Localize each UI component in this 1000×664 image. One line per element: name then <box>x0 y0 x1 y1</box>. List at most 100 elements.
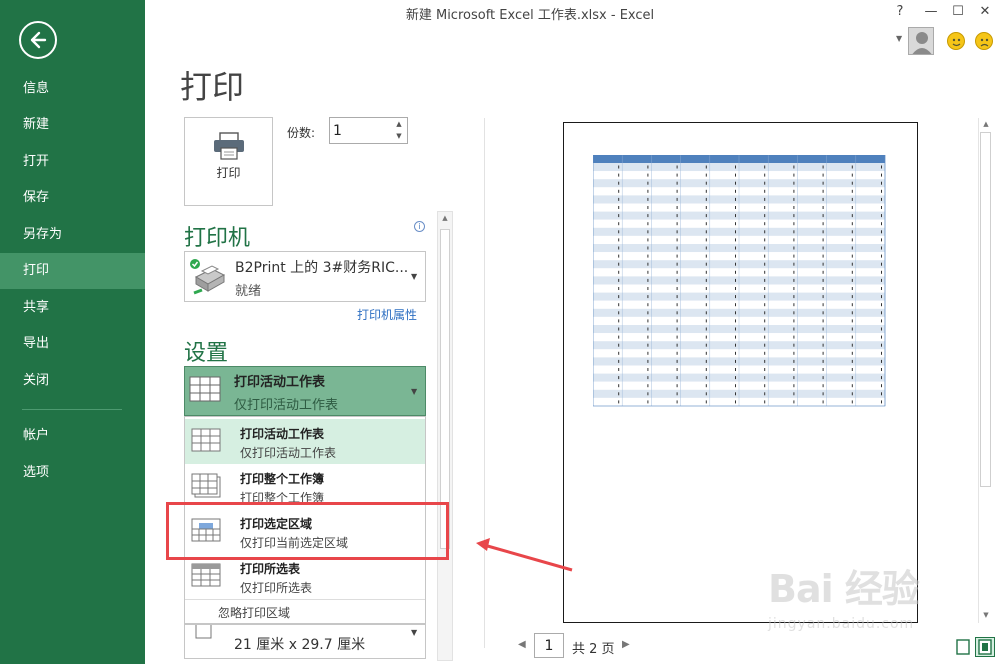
table-icon <box>191 563 221 587</box>
preview-cell-mark <box>793 238 795 242</box>
frown-feedback-icon[interactable] <box>975 32 993 50</box>
preview-cell-mark <box>618 246 620 250</box>
preview-cell-mark <box>851 222 853 226</box>
nav-account[interactable]: 帐户 <box>0 418 145 454</box>
menu-item-print-active-sheets[interactable]: 打印活动工作表 仅打印活动工作表 <box>185 419 425 464</box>
preview-cell-mark <box>618 173 620 177</box>
preview-cell-mark <box>647 368 649 371</box>
preview-cell-mark <box>881 181 882 185</box>
preview-cell-mark <box>735 392 736 396</box>
preview-cell-mark <box>822 392 824 396</box>
page-total: 共 2 页 <box>572 642 615 657</box>
preview-cell-mark <box>793 270 795 274</box>
settings-scrollbar-thumb[interactable] <box>440 229 450 549</box>
preview-cell-mark <box>647 181 649 185</box>
preview-cell-mark <box>851 238 853 242</box>
preview-cell-mark <box>735 197 736 201</box>
preview-cell-mark <box>881 287 882 290</box>
scroll-down-icon[interactable]: ▼ <box>980 611 992 619</box>
preview-cell-mark <box>676 206 678 209</box>
preview-cell-mark <box>851 384 853 388</box>
zoom-to-page-icon[interactable] <box>975 637 995 657</box>
nav-save-as[interactable]: 另存为 <box>0 217 145 253</box>
next-page-icon[interactable]: ▶ <box>622 639 630 650</box>
preview-cell-mark <box>735 262 736 266</box>
nav-share[interactable]: 共享 <box>0 290 145 326</box>
user-avatar[interactable] <box>908 27 934 55</box>
copies-input[interactable] <box>333 121 389 141</box>
copies-stepper[interactable]: ▲ ▼ <box>329 117 408 144</box>
account-dropdown-icon[interactable]: ▼ <box>896 34 902 43</box>
preview-cell-mark <box>793 392 795 396</box>
back-button[interactable] <box>19 21 57 59</box>
preview-cell-mark <box>793 165 795 169</box>
preview-cell-mark <box>764 262 766 266</box>
page-number-input[interactable] <box>534 633 564 658</box>
nav-info[interactable]: 信息 <box>0 71 145 107</box>
preview-cell-mark <box>735 270 736 274</box>
preview-cell-mark <box>851 327 853 331</box>
paper-size-dropdown[interactable]: 21 厘米 x 29.7 厘米 ▼ <box>184 624 426 659</box>
minimize-button[interactable]: — <box>921 4 941 19</box>
preview-cell-mark <box>881 278 882 282</box>
preview-cell-mark <box>881 189 882 193</box>
preview-cell-mark <box>618 400 620 404</box>
ignore-print-area-option[interactable]: 忽略打印区域 <box>185 599 425 623</box>
printer-properties-link[interactable]: 打印机属性 <box>357 306 417 323</box>
preview-cell-mark <box>851 287 853 290</box>
menu-item-subtitle: 仅打印所选表 <box>240 581 313 595</box>
preview-cell-mark <box>647 311 649 315</box>
scroll-up-icon[interactable]: ▲ <box>980 120 992 128</box>
preview-cell-mark <box>735 278 736 282</box>
nav-new[interactable]: 新建 <box>0 107 145 143</box>
nav-open[interactable]: 打开 <box>0 144 145 180</box>
nav-close[interactable]: 关闭 <box>0 363 145 399</box>
help-button[interactable]: ? <box>890 4 910 19</box>
nav-options[interactable]: 选项 <box>0 455 145 491</box>
settings-scrollbar[interactable]: ▲ <box>437 211 453 661</box>
printer-name: B2Print 上的 3#财务RIC... <box>235 260 409 276</box>
preview-cell-mark <box>793 262 795 266</box>
scroll-up-icon[interactable]: ▲ <box>439 214 451 222</box>
nav-save[interactable]: 保存 <box>0 180 145 216</box>
preview-cell-mark <box>764 343 766 347</box>
preview-cell-mark <box>705 270 707 274</box>
copies-down-icon[interactable]: ▼ <box>393 132 405 140</box>
preview-cell-mark <box>676 287 678 290</box>
preview-cell-mark <box>676 181 678 185</box>
nav-export[interactable]: 导出 <box>0 326 145 362</box>
maximize-button[interactable]: ☐ <box>948 4 968 19</box>
preview-cell-mark <box>676 295 678 299</box>
menu-item-print-selected-sheets[interactable]: 打印所选表 仅打印所选表 <box>185 554 425 599</box>
print-scope-dropdown[interactable]: 打印活动工作表 仅打印活动工作表 ▼ <box>184 366 426 416</box>
preview-cell-mark <box>793 181 795 185</box>
preview-cell-mark <box>822 384 824 388</box>
preview-cell-mark <box>647 384 649 388</box>
preview-cell-mark <box>618 319 620 323</box>
preview-cell-mark <box>676 343 678 347</box>
preview-scrollbar-thumb[interactable] <box>980 132 991 487</box>
preview-scrollbar[interactable]: ▲ ▼ <box>978 118 992 623</box>
preview-cell-mark <box>705 376 707 380</box>
preview-cell-mark <box>851 376 853 380</box>
preview-cell-mark <box>647 238 649 242</box>
info-icon[interactable]: i <box>414 221 425 232</box>
print-button[interactable]: 打印 <box>184 117 273 206</box>
preview-cell-mark <box>647 165 649 169</box>
preview-cell-mark <box>851 189 853 193</box>
preview-cell-mark <box>793 368 795 371</box>
close-button[interactable]: ✕ <box>975 4 995 19</box>
previous-page-icon[interactable]: ◀ <box>518 639 526 650</box>
preview-cell-mark <box>764 189 766 193</box>
preview-cell-mark <box>618 351 620 355</box>
smile-feedback-icon[interactable] <box>947 32 965 50</box>
preview-cell-mark <box>647 327 649 331</box>
preview-cell-mark <box>676 165 678 169</box>
preview-cell-mark <box>822 400 824 404</box>
preview-cell-mark <box>618 270 620 274</box>
nav-print[interactable]: 打印 <box>0 253 145 289</box>
copies-up-icon[interactable]: ▲ <box>393 120 405 128</box>
preview-cell-mark <box>881 254 882 258</box>
preview-cell-mark <box>705 295 707 299</box>
printer-dropdown[interactable]: B2Print 上的 3#财务RIC... 就绪 ▼ <box>184 251 426 302</box>
